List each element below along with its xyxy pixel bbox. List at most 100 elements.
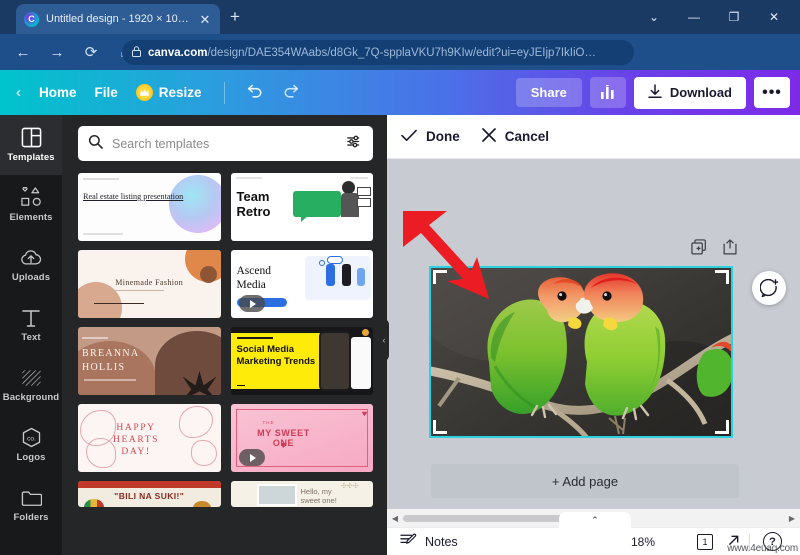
- template-card[interactable]: Social Media Marketing Trends: [230, 327, 373, 395]
- notes-button[interactable]: Notes: [400, 533, 458, 551]
- download-arrow-icon: [648, 83, 662, 102]
- crown-icon: [135, 84, 153, 101]
- template-card[interactable]: Real estate listing presentation: [78, 173, 221, 241]
- search-input[interactable]: Search templates: [78, 126, 373, 161]
- templates-grid: Real estate listing presentation Team Re…: [62, 169, 387, 507]
- tab-title: Untitled design - 1920 × 1080px: [46, 13, 191, 25]
- forward-icon[interactable]: →: [42, 37, 72, 67]
- sidebar-item-background[interactable]: Background: [0, 355, 62, 415]
- url-text: canva.com/design/DAE354WAabs/d8Gk_7Q-spp…: [148, 47, 624, 59]
- template-card[interactable]: BREANNA HOLLIS: [78, 327, 221, 395]
- browser-titlebar: C Untitled design - 1920 × 1080px ✕ + ⌄ …: [0, 0, 800, 34]
- browser-navbar: ← → ⟳ ⌂ canva.com/design/DAE354WAabs/d8G…: [0, 34, 800, 96]
- template-card[interactable]: Ascend Media: [230, 250, 373, 318]
- window-controls: ⌄ — ❐ ✕: [634, 0, 794, 34]
- background-icon: [21, 367, 42, 388]
- address-bar[interactable]: canva.com/design/DAE354WAabs/d8Gk_7Q-spp…: [122, 40, 634, 65]
- url-domain: canva.com: [148, 46, 208, 59]
- toolbar-divider: [223, 81, 225, 104]
- templates-icon: [21, 127, 42, 148]
- uploads-icon: [20, 247, 42, 268]
- sidebar-item-uploads[interactable]: Uploads: [0, 235, 62, 295]
- scroll-right-arrow-icon[interactable]: ▶: [784, 514, 800, 523]
- tab-search-chevron-icon[interactable]: ⌄: [634, 0, 674, 34]
- template-title: Team Retro: [236, 189, 271, 219]
- template-card[interactable]: HAPPY HEARTS DAY!: [78, 404, 221, 472]
- editor-area: Done Cancel + Add page ◀ ▶ ⌃ Notes 18% 1…: [387, 115, 800, 555]
- template-title: Real estate listing presentation: [83, 192, 184, 201]
- sidebar-label-background: Background: [2, 392, 60, 403]
- add-comment-button[interactable]: [752, 271, 786, 305]
- tab-close-icon[interactable]: ✕: [198, 13, 212, 26]
- minimize-button[interactable]: —: [674, 0, 714, 34]
- template-title: HAPPY HEARTS DAY!: [113, 423, 159, 457]
- sidebar-item-text[interactable]: Text: [0, 295, 62, 355]
- scrollbar-thumb[interactable]: [403, 514, 583, 522]
- url-path: /design/DAE354WAabs/d8Gk_7Q-spplaVKU7h9K…: [207, 46, 596, 59]
- template-play-icon[interactable]: [238, 449, 265, 466]
- share-button[interactable]: Share: [515, 78, 582, 107]
- add-page-button[interactable]: + Add page: [431, 464, 739, 498]
- toolbar-right-actions: Share Download •••: [515, 70, 790, 115]
- sidebar-label-logos: Logos: [16, 452, 46, 463]
- sidebar-label-elements: Elements: [9, 212, 53, 223]
- cancel-label: Cancel: [504, 129, 550, 144]
- template-card[interactable]: Hello, my sweet one! ✣✣✣: [230, 481, 373, 507]
- reload-icon[interactable]: ⟳: [76, 37, 106, 67]
- download-button[interactable]: Download: [633, 76, 746, 109]
- add-page-icon[interactable]: [723, 239, 738, 258]
- page-count-indicator[interactable]: 1: [697, 531, 717, 550]
- stats-chart-icon[interactable]: [589, 77, 626, 108]
- template-card[interactable]: THE MY SWEET ONE: [230, 404, 373, 472]
- left-sidebar-rail: Templates Elements Uploads Text Backgrou…: [0, 115, 62, 555]
- search-icon: [88, 134, 103, 154]
- canva-favicon-icon: C: [24, 11, 39, 27]
- template-card[interactable]: Team Retro: [230, 173, 373, 241]
- done-button[interactable]: Done: [401, 129, 460, 145]
- sidebar-item-logos[interactable]: co. Logos: [0, 415, 62, 475]
- browser-window: C Untitled design - 1920 × 1080px ✕ + ⌄ …: [0, 0, 800, 555]
- new-tab-button[interactable]: +: [230, 8, 240, 25]
- back-icon[interactable]: ←: [8, 37, 38, 67]
- cancel-button[interactable]: Cancel: [481, 128, 550, 145]
- redo-icon[interactable]: [283, 83, 301, 103]
- sidebar-item-templates[interactable]: Templates: [0, 115, 62, 175]
- collapse-panel-button[interactable]: ‹: [379, 318, 389, 362]
- template-title: Hello, my sweet one!: [300, 487, 337, 505]
- file-menu-button[interactable]: File: [95, 85, 118, 100]
- text-icon: [21, 307, 41, 328]
- filter-sliders-icon[interactable]: [347, 134, 363, 154]
- page-canvas-image[interactable]: [429, 266, 733, 438]
- template-title: Ascend Media: [236, 265, 272, 291]
- template-play-icon[interactable]: [238, 295, 265, 312]
- lovebirds-photo: [429, 266, 733, 438]
- scroll-left-arrow-icon[interactable]: ◀: [387, 514, 403, 523]
- template-card[interactable]: Minemade Fashion: [78, 250, 221, 318]
- back-to-home-chevron-icon[interactable]: ‹: [16, 84, 21, 101]
- resize-label: Resize: [158, 85, 202, 100]
- home-button[interactable]: Home: [39, 85, 77, 100]
- duplicate-page-icon[interactable]: [691, 239, 707, 258]
- close-window-button[interactable]: ✕: [754, 0, 794, 34]
- home-label: Home: [39, 85, 77, 100]
- template-title: BREANNA HOLLIS: [82, 348, 139, 373]
- maximize-button[interactable]: ❐: [714, 0, 754, 34]
- template-card[interactable]: "BILI NA SUKI!": [78, 481, 221, 507]
- folders-icon: [21, 487, 42, 508]
- close-icon: [481, 128, 496, 145]
- search-placeholder: Search templates: [112, 136, 210, 151]
- more-options-button[interactable]: •••: [754, 77, 790, 108]
- undo-icon[interactable]: [245, 83, 263, 103]
- lock-icon: [132, 45, 141, 60]
- sidebar-item-folders[interactable]: Folders: [0, 475, 62, 535]
- page-tools: [691, 239, 738, 258]
- canva-top-toolbar: ‹ Home File Resize Share Download •••: [0, 70, 800, 115]
- zoom-level[interactable]: 18%: [631, 535, 655, 549]
- sidebar-label-uploads: Uploads: [11, 272, 51, 283]
- resize-button[interactable]: Resize: [135, 84, 202, 101]
- logos-icon: co.: [21, 427, 42, 448]
- browser-tab[interactable]: C Untitled design - 1920 × 1080px ✕: [16, 4, 220, 34]
- collapse-bottom-bar-button[interactable]: ⌃: [559, 512, 631, 529]
- sidebar-item-elements[interactable]: Elements: [0, 175, 62, 235]
- notes-label: Notes: [425, 534, 458, 549]
